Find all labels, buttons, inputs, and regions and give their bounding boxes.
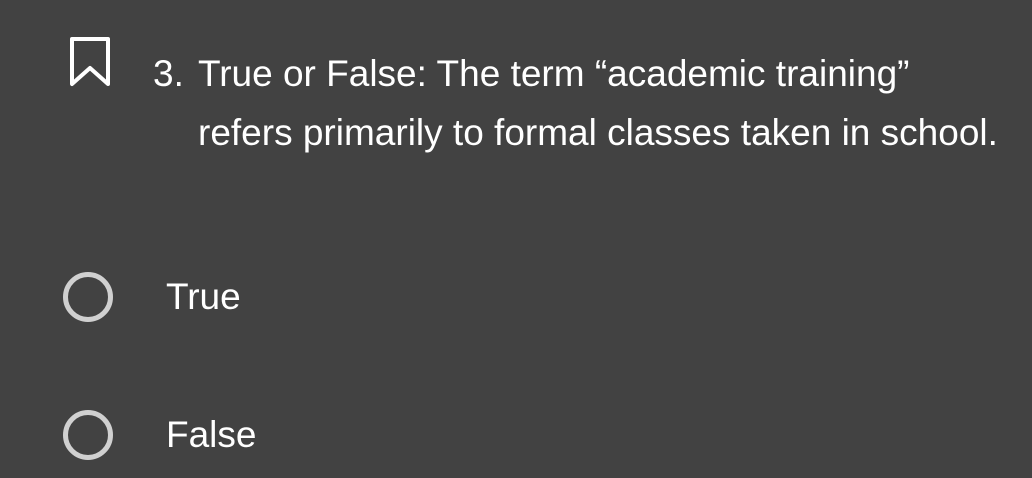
question-number: 3. [153,53,184,94]
radio-button-false[interactable] [63,410,113,460]
question-text-line1: True or False: The term “academic traini… [198,53,910,94]
option-label-false: False [166,414,257,455]
option-true[interactable]: True [60,262,660,332]
question-line-1: 3. True or False: The term “academic trai… [153,44,1003,103]
radio-button-true[interactable] [63,272,113,322]
question-text-rest: refers primarily to formal classes taken… [198,112,998,153]
question-card: 3. True or False: The term “academic trai… [0,0,1032,230]
option-label-true: True [166,276,241,317]
option-false[interactable]: False [60,400,660,470]
question-text: 3. True or False: The term “academic trai… [153,44,1003,162]
bookmark-icon[interactable] [68,36,112,88]
